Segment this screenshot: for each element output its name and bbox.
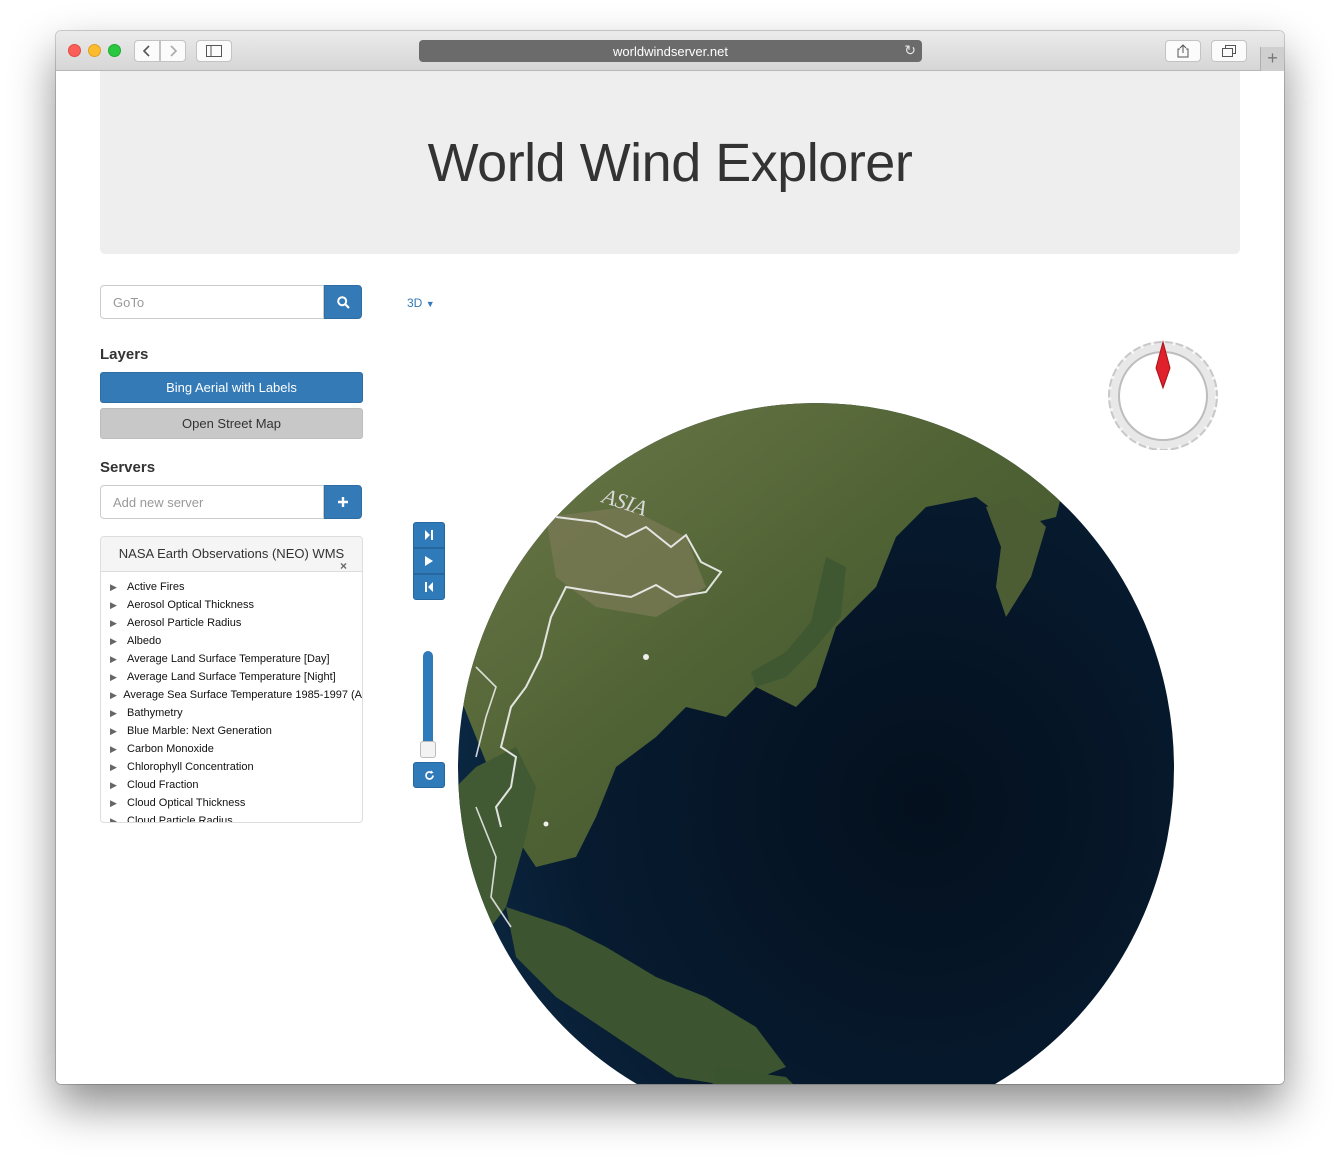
- expand-triangle-icon[interactable]: ▶: [110, 726, 127, 737]
- list-item[interactable]: ▶ Aerosol Optical Thickness: [110, 596, 362, 614]
- add-server-input[interactable]: Add new server: [100, 485, 324, 519]
- expand-triangle-icon[interactable]: ▶: [110, 744, 127, 755]
- zoom-slider-track[interactable]: [423, 651, 433, 749]
- expand-triangle-icon[interactable]: ▶: [110, 762, 127, 773]
- expand-triangle-icon[interactable]: ▶: [110, 618, 127, 629]
- close-window-button[interactable]: [68, 44, 81, 57]
- chevron-left-icon: [142, 45, 150, 57]
- list-item[interactable]: ▶ Blue Marble: Next Generation: [110, 722, 362, 740]
- projection-label: 3D: [407, 296, 423, 310]
- url-text: worldwindserver.net: [613, 43, 728, 59]
- reload-icon[interactable]: ↻: [904, 42, 916, 59]
- list-item[interactable]: ▶ Chlorophyll Concentration: [110, 758, 362, 776]
- expand-triangle-icon[interactable]: ▶: [110, 690, 123, 701]
- skip-back-icon: [425, 582, 433, 592]
- server-layer-list: ▶ Active Fires ▶ Aerosol Optical Thickness…: [101, 572, 362, 823]
- tabs-icon: [1222, 45, 1236, 57]
- skip-icon: [425, 530, 433, 540]
- zoom-slider-handle[interactable]: [420, 741, 436, 758]
- share-icon: [1177, 44, 1189, 58]
- close-icon[interactable]: ×: [340, 559, 347, 573]
- goto-form: GoTo: [100, 285, 362, 319]
- navigation-controls: [413, 522, 445, 600]
- layer-open-street-map-button[interactable]: Open Street Map: [100, 408, 363, 439]
- servers-heading: Servers: [100, 459, 156, 476]
- city-marker: [643, 654, 649, 660]
- chevron-right-icon: [170, 45, 178, 57]
- maximize-window-button[interactable]: [108, 44, 121, 57]
- expand-triangle-icon[interactable]: ▶: [110, 654, 127, 665]
- server-panel-header: NASA Earth Observations (NEO) WMS ×: [101, 537, 362, 573]
- expand-triangle-icon[interactable]: ▶: [110, 672, 127, 683]
- minimize-window-button[interactable]: [88, 44, 101, 57]
- compass-icon[interactable]: [1106, 336, 1220, 452]
- expand-triangle-icon[interactable]: ▶: [110, 798, 127, 809]
- list-item[interactable]: ▶ Bathymetry: [110, 704, 362, 722]
- tilt-up-button[interactable]: [413, 522, 445, 548]
- new-tab-button[interactable]: +: [1260, 47, 1284, 71]
- search-button[interactable]: [324, 285, 362, 319]
- sidebar-icon: [206, 45, 222, 57]
- goto-input[interactable]: GoTo: [100, 285, 324, 319]
- server-panel: NASA Earth Observations (NEO) WMS × ▶ Act…: [100, 536, 363, 823]
- header-banner: World Wind Explorer: [100, 71, 1240, 254]
- add-server-form: Add new server: [100, 485, 362, 519]
- caret-down-icon: ▼: [425, 299, 435, 309]
- list-item[interactable]: ▶ Cloud Particle Radius: [110, 812, 362, 823]
- play-button[interactable]: [413, 548, 445, 574]
- list-item[interactable]: ▶ Active Fires: [110, 578, 362, 596]
- page-viewport: World Wind Explorer GoTo Layers Bing Aer…: [56, 71, 1284, 1084]
- layers-heading: Layers: [100, 346, 149, 363]
- city-marker: [543, 821, 549, 827]
- refresh-icon: [424, 770, 434, 780]
- search-icon: [336, 295, 350, 309]
- projection-dropdown[interactable]: 3D ▼: [407, 296, 435, 310]
- address-bar[interactable]: worldwindserver.net ↻: [419, 40, 922, 62]
- back-button[interactable]: [134, 40, 160, 62]
- list-item[interactable]: ▶ Aerosol Particle Radius: [110, 614, 362, 632]
- tilt-down-button[interactable]: [413, 574, 445, 600]
- play-icon: [425, 556, 433, 566]
- expand-triangle-icon[interactable]: ▶: [110, 636, 127, 647]
- expand-triangle-icon[interactable]: ▶: [110, 780, 127, 791]
- page-title: World Wind Explorer: [427, 132, 913, 193]
- list-item[interactable]: ▶ Albedo: [110, 632, 362, 650]
- list-item[interactable]: ▶ Average Land Surface Temperature [Night…: [110, 668, 362, 686]
- layer-bing-aerial-button[interactable]: Bing Aerial with Labels: [100, 372, 363, 403]
- expand-triangle-icon[interactable]: ▶: [110, 600, 127, 611]
- list-item[interactable]: ▶ Average Land Surface Temperature [Day]: [110, 650, 362, 668]
- expand-triangle-icon[interactable]: ▶: [110, 708, 127, 719]
- forward-button[interactable]: [160, 40, 186, 62]
- reset-view-button[interactable]: [413, 762, 445, 788]
- add-server-button[interactable]: [324, 485, 362, 519]
- globe-canvas[interactable]: ASIA: [456, 387, 1176, 1084]
- tabs-overview-button[interactable]: [1211, 40, 1247, 62]
- expand-triangle-icon[interactable]: ▶: [110, 816, 127, 823]
- browser-window: worldwindserver.net ↻ + World Wind Explo…: [56, 31, 1284, 1084]
- list-item[interactable]: ▶ Cloud Optical Thickness: [110, 794, 362, 812]
- share-button[interactable]: [1165, 40, 1201, 62]
- list-item[interactable]: ▶ Cloud Fraction: [110, 776, 362, 794]
- plus-icon: [338, 497, 348, 507]
- expand-triangle-icon[interactable]: ▶: [110, 582, 127, 593]
- server-panel-title: NASA Earth Observations (NEO) WMS: [118, 545, 345, 561]
- list-item[interactable]: ▶ Average Sea Surface Temperature 1985-19…: [110, 686, 362, 704]
- sidebar-toggle-button[interactable]: [196, 40, 232, 62]
- browser-toolbar: worldwindserver.net ↻ +: [56, 31, 1284, 71]
- list-item[interactable]: ▶ Carbon Monoxide: [110, 740, 362, 758]
